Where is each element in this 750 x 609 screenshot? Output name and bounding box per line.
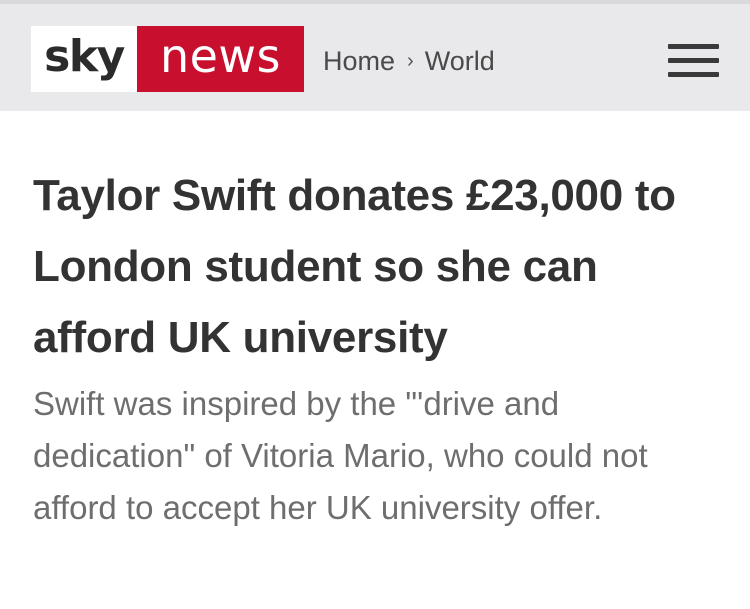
sky-news-logo[interactable]: sky news (31, 26, 304, 92)
article-headline: Taylor Swift donates £23,000 to London s… (33, 171, 676, 362)
logo-sky-part: sky (31, 26, 137, 92)
menu-bar-middle (668, 58, 719, 63)
menu-bar-top (668, 44, 719, 49)
menu-bar-bottom (668, 72, 719, 77)
breadcrumb-world-link[interactable]: World (425, 46, 495, 77)
hamburger-menu-icon[interactable] (668, 44, 719, 78)
article-standfirst: Swift was inspired by the "'drive and de… (33, 385, 648, 526)
breadcrumb-separator-icon: › (407, 50, 414, 72)
logo-news-part: news (137, 26, 304, 92)
site-header: sky news Home › World (0, 0, 750, 111)
breadcrumb: Home › World (323, 46, 495, 77)
breadcrumb-home-link[interactable]: Home (323, 46, 395, 77)
